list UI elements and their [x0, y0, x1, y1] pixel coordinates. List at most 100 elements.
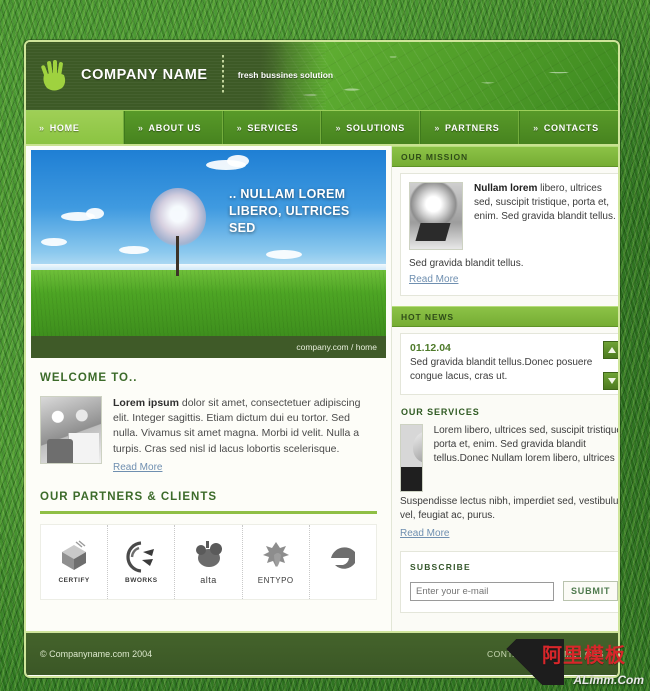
nav-item-solutions[interactable]: » SOLUTIONS — [322, 111, 422, 144]
services-read-more-link[interactable]: Read More — [400, 528, 449, 539]
services-footer-text: Suspendisse lectus nibh, imperdiet sed, … — [400, 496, 620, 522]
chevron-right-icon: » — [236, 122, 243, 133]
mission-footer: Sed gravida blandit tellus. Read More — [409, 258, 618, 287]
content-columns: .. NULLAM LOREM LIBERO, ULTRICES SED com… — [26, 146, 618, 631]
subscribe-submit-button[interactable]: SUBMIT — [563, 581, 618, 602]
welcome-media: Lorem ipsum dolor sit amet, consectetuer… — [40, 396, 377, 475]
mission-band-title: OUR MISSION — [392, 146, 618, 167]
welcome-section: WELCOME TO.. Lorem ipsum dolor sit amet,… — [26, 358, 391, 475]
chevron-right-icon: » — [533, 122, 539, 133]
partner-logo-label: CERTIFY — [58, 576, 90, 584]
services-media: Lorem libero, ultrices sed, suscipit tri… — [400, 424, 620, 492]
cloud-shape — [119, 246, 149, 254]
site-container: COMPANY NAME fresh bussines solution » H… — [24, 40, 620, 678]
main-column: .. NULLAM LOREM LIBERO, ULTRICES SED com… — [26, 146, 392, 631]
hot-news-band-title: HOT NEWS — [392, 306, 618, 327]
mission-read-more-link[interactable]: Read More — [409, 274, 458, 285]
welcome-photo — [40, 396, 102, 464]
mission-lead: Nullam lorem — [474, 183, 538, 194]
hot-news-panel: 01.12.04 Sed gravida blandit tellus.Done… — [400, 333, 618, 395]
chevron-right-icon: » — [434, 122, 441, 133]
partners-logo-strip: CERTIFY BWORKS alta ENTYPO — [40, 523, 377, 600]
partners-title: OUR PARTNERS & CLIENTS — [40, 490, 218, 503]
sidebar-column: OUR MISSION Nullam lorem libero, ultrice… — [392, 146, 620, 631]
partner-logo-label: BWORKS — [125, 576, 158, 584]
cloud-shape — [86, 208, 104, 219]
header-divider — [221, 55, 224, 95]
company-name: COMPANY NAME — [81, 67, 208, 83]
hero-title: .. NULLAM LOREM LIBERO, ULTRICES SED — [229, 187, 350, 235]
partner-logo-alta[interactable]: alta — [175, 524, 243, 599]
subscribe-title: SUBSCRIBE — [410, 562, 471, 573]
heraldic-lion-icon — [258, 539, 294, 573]
services-photo — [400, 424, 423, 492]
welcome-title: WELCOME TO.. — [40, 372, 138, 384]
chevron-right-icon: » — [137, 122, 144, 133]
nav-label: ABOUT US — [148, 122, 202, 133]
partner-logo-entypo[interactable]: ENTYPO — [243, 524, 310, 599]
blob-shape-icon — [191, 538, 227, 572]
hero-banner[interactable]: .. NULLAM LOREM LIBERO, ULTRICES SED com… — [31, 150, 386, 358]
site-footer: © Companyname.com 2004 CONTACTS | XHTML … — [26, 631, 618, 675]
nav-label: CONTACTS — [543, 122, 599, 133]
chevron-right-icon: » — [335, 122, 342, 133]
partner-logo-certify[interactable]: CERTIFY — [41, 524, 109, 599]
cloud-shape — [266, 250, 302, 259]
services-text: Lorem libero, ultrices sed, suscipit tri… — [433, 425, 620, 465]
hot-news-text: Sed gravida blandit tellus.Donec posuere… — [410, 357, 593, 382]
circle-swirl-icon — [325, 543, 361, 577]
scroll-down-arrow-icon — [608, 378, 617, 384]
welcome-body: Lorem ipsum dolor sit amet, consectetuer… — [113, 396, 377, 475]
nav-item-about-us[interactable]: » ABOUT US — [124, 111, 224, 144]
nav-item-home[interactable]: » HOME — [26, 111, 125, 144]
services-title: OUR SERVICES — [401, 407, 480, 417]
welcome-lead: Lorem ipsum — [113, 397, 179, 409]
nav-label: HOME — [49, 122, 80, 133]
nav-item-contacts[interactable]: » CONTACTS — [520, 111, 618, 144]
tree-illustration — [150, 188, 206, 276]
cloud-shape — [41, 238, 67, 246]
logo-row[interactable]: COMPANY NAME fresh bussines solution — [40, 55, 333, 95]
cloud-shape — [227, 155, 249, 167]
partner-logo-bworks[interactable]: BWORKS — [108, 524, 176, 599]
hand-leaf-icon — [40, 58, 70, 92]
welcome-read-more-link[interactable]: Read More — [113, 462, 162, 473]
welcome-paragraph: Lorem ipsum dolor sit amet, consectetuer… — [113, 396, 377, 457]
main-navigation: » HOME » ABOUT US » SERVICES » SOLUTIONS… — [26, 110, 618, 146]
partner-logo-label: alta — [200, 575, 217, 586]
partners-divider — [40, 510, 377, 514]
breadcrumb-bar: company.com / home — [31, 336, 386, 358]
nav-label: SERVICES — [247, 122, 299, 133]
header-tagline: fresh bussines solution — [237, 70, 334, 80]
site-header: COMPANY NAME fresh bussines solution — [26, 42, 618, 110]
nav-item-services[interactable]: » SERVICES — [223, 111, 323, 144]
hot-news-date: 01.12.04 — [410, 342, 451, 354]
subscribe-form: SUBMIT — [410, 581, 618, 602]
hero-grass — [31, 270, 386, 336]
scroll-up-arrow-icon — [608, 347, 617, 353]
partner-logo-label: ENTYPO — [257, 575, 294, 585]
stacked-chevron-cube-icon — [56, 540, 92, 574]
tree-trunk — [176, 236, 179, 276]
mission-panel: Nullam lorem libero, ultrices sed, susci… — [400, 173, 618, 296]
footer-links[interactable]: CONTACTS | XHTML | CSS — [487, 649, 604, 659]
copyright-text: © Companyname.com 2004 — [40, 649, 153, 659]
services-body: Lorem libero, ultrices sed, suscipit tri… — [433, 424, 620, 492]
subscribe-email-input[interactable] — [410, 581, 554, 601]
subscribe-box: SUBSCRIBE SUBMIT — [400, 551, 618, 614]
partners-section: OUR PARTNERS & CLIENTS CERTIFY BWORKS al… — [26, 475, 391, 600]
breadcrumb: company.com / home — [296, 342, 377, 352]
hot-news-scroll-down-button[interactable] — [603, 372, 618, 390]
nav-item-partners[interactable]: » PARTNERS — [421, 111, 521, 144]
nav-label: SOLUTIONS — [346, 122, 406, 133]
swoosh-arrow-icon — [123, 540, 159, 574]
nav-label: PARTNERS — [445, 122, 500, 133]
chevron-right-icon: » — [39, 122, 45, 133]
partner-logo-circle[interactable] — [310, 525, 376, 599]
mission-photo — [409, 182, 463, 250]
hot-news-scroll-up-button[interactable] — [603, 341, 618, 359]
mission-footer-text: Sed gravida blandit tellus. — [409, 258, 524, 269]
mission-body: Nullam lorem libero, ultrices sed, susci… — [474, 182, 618, 250]
mission-media: Nullam lorem libero, ultrices sed, susci… — [409, 182, 618, 250]
services-panel: Lorem libero, ultrices sed, suscipit tri… — [400, 424, 620, 541]
